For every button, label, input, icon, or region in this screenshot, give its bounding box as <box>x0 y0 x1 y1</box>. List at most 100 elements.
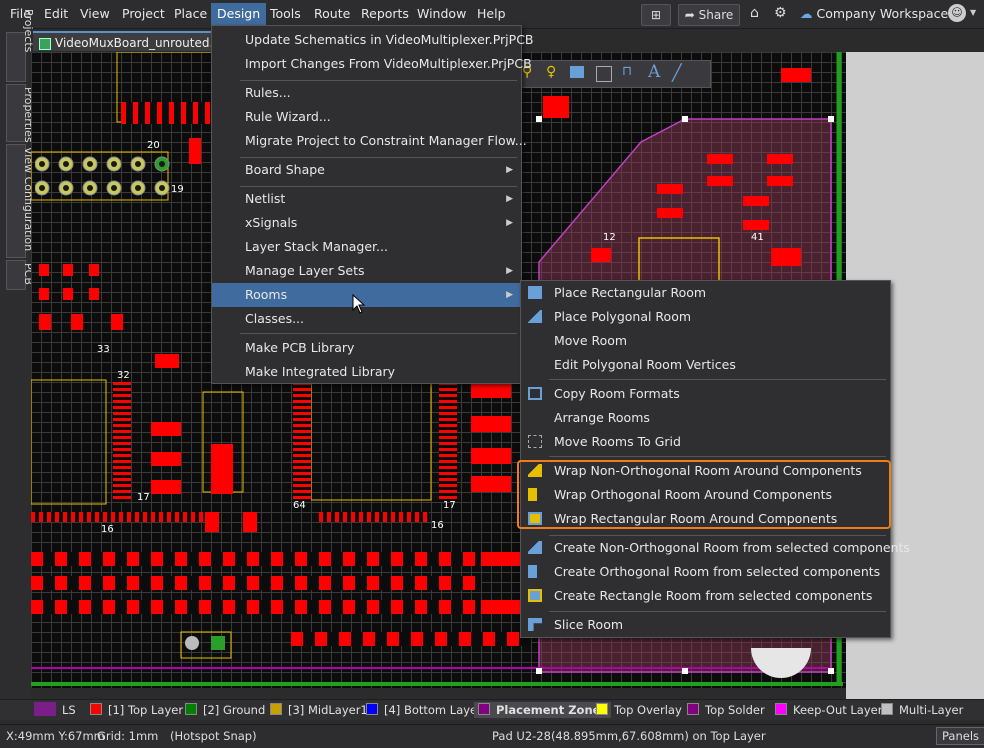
place-rectangular-room-item[interactable]: Place Rectangular Room <box>521 281 890 305</box>
copy-room-formats-item[interactable]: Copy Room Formats <box>521 382 890 406</box>
workspace-selector[interactable]: ☁ Company Workspace <box>800 6 948 21</box>
menu-route[interactable]: Route <box>312 5 352 23</box>
menu-tools[interactable]: Tools <box>268 5 303 23</box>
menu-help[interactable]: Help <box>475 5 508 23</box>
rooms-item[interactable]: Rooms ▶ <box>212 283 521 307</box>
import-changes-item[interactable]: Import Changes From VideoMultiplexer.Prj… <box>212 52 532 76</box>
share-button[interactable]: ➦ Share <box>678 4 740 26</box>
place-polygonal-room-item[interactable]: Place Polygonal Room <box>521 305 890 329</box>
menu-design[interactable]: Design <box>211 3 267 25</box>
create-orthogonal-room-item[interactable]: Create Orthogonal Room from selected com… <box>521 560 890 584</box>
tab-projects[interactable]: Projects <box>6 9 35 82</box>
document-tab-label: VideoMuxBoard_unrouted.PcbDoc <box>55 36 218 50</box>
menu-label: Edit Polygonal Room Vertices <box>554 357 736 372</box>
home-icon[interactable]: ⌂ <box>750 5 759 21</box>
menu-reports[interactable]: Reports <box>359 5 411 23</box>
menu-label: Rooms <box>245 287 288 302</box>
xsignals-item[interactable]: xSignals ▶ <box>212 211 521 235</box>
poly-room-icon <box>528 310 542 323</box>
user-avatar-icon[interactable]: ☺ <box>948 4 966 22</box>
layer-tab-multi-layer[interactable]: Multi-Layer <box>881 702 963 718</box>
key-icon[interactable]: ♀ <box>546 64 556 80</box>
rule-wizard-item[interactable]: Rule Wizard... <box>212 105 521 129</box>
make-pcb-library-item[interactable]: Make PCB Library <box>212 336 521 360</box>
migrate-project-item[interactable]: Migrate Project to Constraint Manager Fl… <box>212 129 527 153</box>
place-line-icon[interactable] <box>596 66 612 82</box>
gear-icon[interactable]: ⚙ <box>774 5 787 21</box>
pin-label: 41 <box>751 232 764 243</box>
place-component-icon[interactable] <box>570 66 584 78</box>
manage-layer-sets-item[interactable]: Manage Layer Sets ▶ <box>212 259 521 283</box>
layer-label: Multi-Layer <box>899 703 964 717</box>
tab-properties[interactable]: Properties <box>6 84 35 143</box>
layer-tab-ground[interactable]: [2] Ground <box>185 702 265 718</box>
layer-tab-placement-zones[interactable]: Placement Zones <box>474 702 612 718</box>
via-pad-1 <box>185 636 199 650</box>
edit-polygonal-room-vertices-item[interactable]: Edit Polygonal Room Vertices <box>521 353 890 377</box>
pin-label: 17 <box>443 500 456 511</box>
move-room-item[interactable]: Move Room <box>521 329 890 353</box>
chat-button[interactable]: ⊞ <box>641 4 671 26</box>
arrange-rooms-item[interactable]: Arrange Rooms <box>521 406 890 430</box>
menu-label: Update Schematics in VideoMultiplexer.Pr… <box>245 32 534 47</box>
copy-formats-icon <box>528 387 542 400</box>
status-bar: X:49mm Y:67mm Grid: 1mm (Hotspot Snap) P… <box>0 724 984 748</box>
tab-pcb[interactable]: PCB <box>6 260 35 290</box>
dimension-icon[interactable]: ⊓ <box>622 64 632 79</box>
make-integrated-library-item[interactable]: Make Integrated Library <box>212 360 521 384</box>
layer-tab-top-overlay[interactable]: Top Overlay <box>596 702 682 718</box>
pin-label: 20 <box>147 140 160 151</box>
move-rooms-to-grid-item[interactable]: Move Rooms To Grid <box>521 430 890 454</box>
layer-tab-bottom[interactable]: [4] Bottom Layer <box>366 702 482 718</box>
layer-tab-midlayer1[interactable]: [3] MidLayer1 <box>270 702 368 718</box>
layer-tabs-bar: LS [1] Top Layer [2] Ground [3] MidLayer… <box>0 699 984 720</box>
menu-label: Move Rooms To Grid <box>554 434 681 449</box>
menu-window[interactable]: Window <box>415 5 468 23</box>
pin-label: 12 <box>603 232 616 243</box>
panels-button[interactable]: Panels <box>936 727 984 745</box>
create-ortho-icon <box>528 565 542 578</box>
layer-label: Top Solder <box>705 703 765 717</box>
layer-set-label[interactable]: LS <box>62 702 76 718</box>
draw-line-icon[interactable]: ╱ <box>672 63 682 82</box>
layer-stack-manager-item[interactable]: Layer Stack Manager... <box>212 235 521 259</box>
board-shape-item[interactable]: Board Shape ▶ <box>212 158 521 182</box>
side-panel-tabs: Projects Properties View Configuration P… <box>0 9 35 718</box>
share-icon: ➦ <box>684 8 695 22</box>
update-schematics-item[interactable]: Update Schematics in VideoMultiplexer.Pr… <box>212 28 534 52</box>
via-pad-2 <box>211 636 225 650</box>
menu-view[interactable]: View <box>78 5 112 23</box>
menu-label: Create Non-Orthogonal Room from selected… <box>554 540 910 555</box>
menu-place[interactable]: Place <box>172 5 209 23</box>
submenu-arrow-icon: ▶ <box>506 218 513 228</box>
layer-label: [2] Ground <box>203 703 266 717</box>
menu-label: Netlist <box>245 191 286 206</box>
menu-label: Copy Room Formats <box>554 386 680 401</box>
wrap-items-highlight <box>517 460 891 529</box>
menu-edit[interactable]: Edit <box>42 5 70 23</box>
menu-label: Migrate Project to Constraint Manager Fl… <box>245 133 527 148</box>
layer-tab-top[interactable]: [1] Top Layer <box>90 702 183 718</box>
classes-item[interactable]: Classes... <box>212 307 521 331</box>
string-icon[interactable]: A <box>648 62 660 82</box>
tab-view-configuration[interactable]: View Configuration <box>6 144 35 258</box>
menu-label: Layer Stack Manager... <box>245 239 388 254</box>
pin-label: 33 <box>97 344 110 355</box>
menu-label: Place Polygonal Room <box>554 309 692 324</box>
slice-room-item[interactable]: Slice Room <box>521 613 890 637</box>
chevron-down-icon[interactable]: ▼ <box>970 8 976 17</box>
pin-label: 32 <box>117 370 130 381</box>
workspace-label: Company Workspace <box>816 6 949 21</box>
netlist-item[interactable]: Netlist ▶ <box>212 187 521 211</box>
create-non-orthogonal-room-item[interactable]: Create Non-Orthogonal Room from selected… <box>521 536 910 560</box>
document-tab[interactable]: VideoMuxBoard_unrouted.PcbDoc <box>33 31 218 51</box>
menu-project[interactable]: Project <box>120 5 167 23</box>
layer-set-swatch[interactable] <box>34 702 56 716</box>
mouse-cursor-icon <box>352 294 366 314</box>
layer-tab-keep-out[interactable]: Keep-Out Layer <box>775 702 882 718</box>
menu-label: Rules... <box>245 85 291 100</box>
create-rectangle-room-item[interactable]: Create Rectangle Room from selected comp… <box>521 584 890 608</box>
layer-tab-top-solder[interactable]: Top Solder <box>687 702 765 718</box>
menu-label: Create Orthogonal Room from selected com… <box>554 564 881 579</box>
rules-item[interactable]: Rules... <box>212 81 521 105</box>
